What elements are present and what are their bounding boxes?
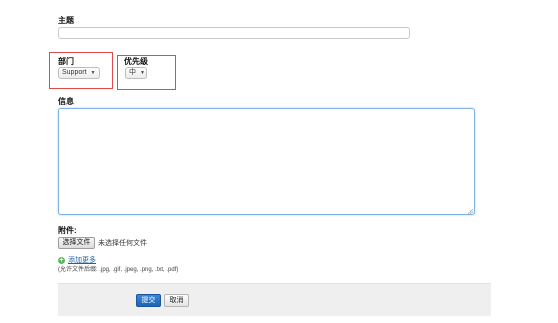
allowed-extensions-text: (允许文件后缀: .jpg, .gif, .jpeg, .png, .txt, … — [58, 267, 179, 273]
chevron-down-icon: ▼ — [140, 70, 145, 76]
chevron-down-icon: ▼ — [90, 70, 96, 76]
department-label: 部门 — [58, 57, 74, 66]
choose-file-button[interactable]: 选择文件 — [58, 237, 95, 249]
priority-selected-value: 中 — [129, 69, 136, 76]
file-status-text: 未选择任何文件 — [98, 240, 147, 247]
subject-input[interactable] — [58, 27, 410, 39]
resize-grip-icon[interactable] — [468, 209, 473, 214]
department-selected-value: Support — [62, 69, 87, 76]
priority-label: 优先级 — [124, 57, 148, 66]
subject-label: 主题 — [58, 16, 74, 25]
cancel-button[interactable]: 取消 — [164, 294, 189, 307]
ticket-form: 主题 部门 Support ▼ 优先级 中 ▼ 信息 附件: 选择文件 未选择任… — [0, 0, 558, 323]
message-label: 信息 — [58, 97, 74, 106]
plus-circle-icon[interactable]: + — [58, 256, 65, 264]
submit-button[interactable]: 提交 — [136, 294, 161, 307]
priority-select[interactable]: 中 ▼ — [125, 67, 147, 79]
message-textarea[interactable] — [58, 108, 475, 215]
form-actions-bar — [58, 283, 491, 316]
attachments-label: 附件: — [58, 226, 77, 235]
department-select[interactable]: Support ▼ — [58, 67, 100, 79]
